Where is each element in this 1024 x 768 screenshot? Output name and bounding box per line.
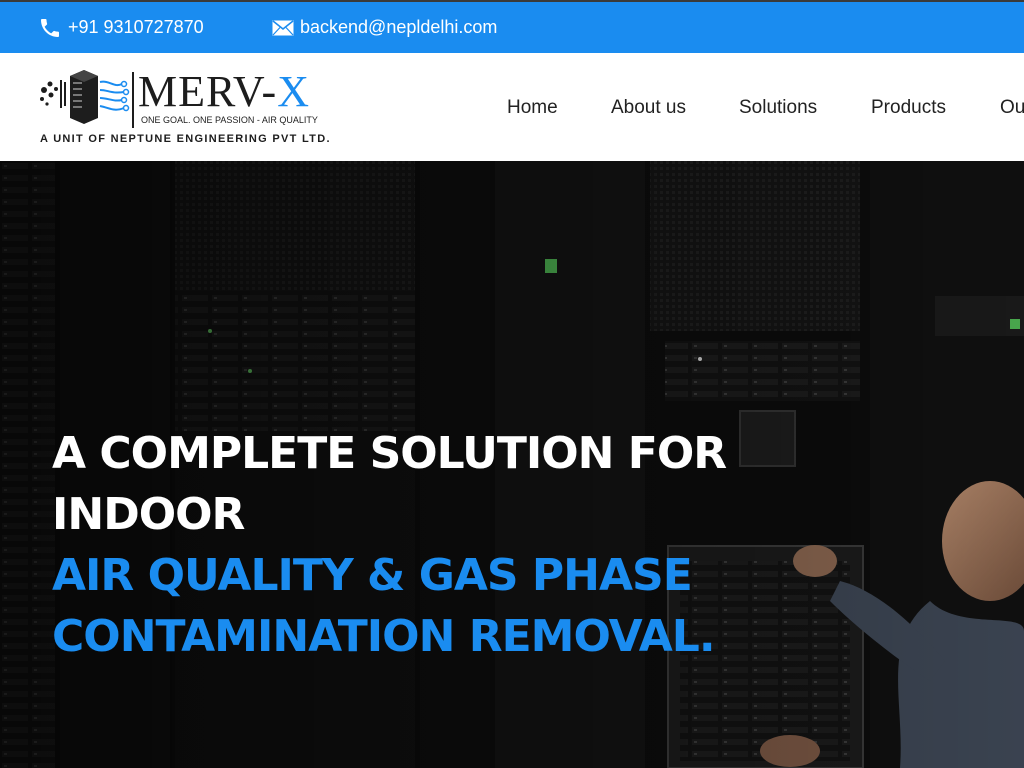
- email-address: backend@nepldelhi.com: [300, 17, 498, 37]
- headline-line-4: CONTAMINATION REMOVAL.: [52, 611, 716, 662]
- nav-our-truncated[interactable]: Ou: [1000, 97, 1024, 119]
- brand-main: MERV-: [138, 67, 278, 116]
- company-unit-text: A UNIT OF NEPTUNE ENGINEERING PVT LTD.: [40, 133, 331, 145]
- email-contact[interactable]: backend@nepldelhi.com: [272, 2, 497, 53]
- headline-line-2: INDOOR: [52, 489, 245, 540]
- brand-tagline: ONE GOAL. ONE PASSION - AIR QUALITY: [141, 115, 318, 125]
- nav-home[interactable]: Home: [507, 97, 558, 119]
- phone-number: +91 9310727870: [68, 17, 204, 37]
- nav-solutions[interactable]: Solutions: [739, 97, 817, 119]
- hero-banner: A COMPLETE SOLUTION FOR INDOOR AIR QUALI…: [0, 161, 1024, 768]
- contact-bar: +91 9310727870 backend@nepldelhi.com: [0, 0, 1024, 53]
- site-header: MERV-X ONE GOAL. ONE PASSION - AIR QUALI…: [0, 53, 1024, 161]
- nav-products[interactable]: Products: [871, 97, 946, 119]
- phone-contact[interactable]: +91 9310727870: [38, 2, 204, 53]
- headline-line-3: AIR QUALITY & GAS PHASE: [52, 550, 693, 601]
- headline-line-1: A COMPLETE SOLUTION FOR: [52, 428, 727, 479]
- hero-headline: A COMPLETE SOLUTION FOR INDOOR AIR QUALI…: [52, 423, 727, 667]
- envelope-icon: [272, 19, 294, 35]
- logo-divider: [132, 72, 134, 128]
- brand-name: MERV-X: [138, 68, 310, 116]
- phone-icon: [41, 18, 59, 37]
- server-airflow-logo-icon: [40, 70, 130, 124]
- nav-about-us[interactable]: About us: [611, 97, 686, 119]
- merv-x-logo[interactable]: MERV-X ONE GOAL. ONE PASSION - AIR QUALI…: [38, 68, 338, 148]
- brand-accent: X: [277, 67, 310, 116]
